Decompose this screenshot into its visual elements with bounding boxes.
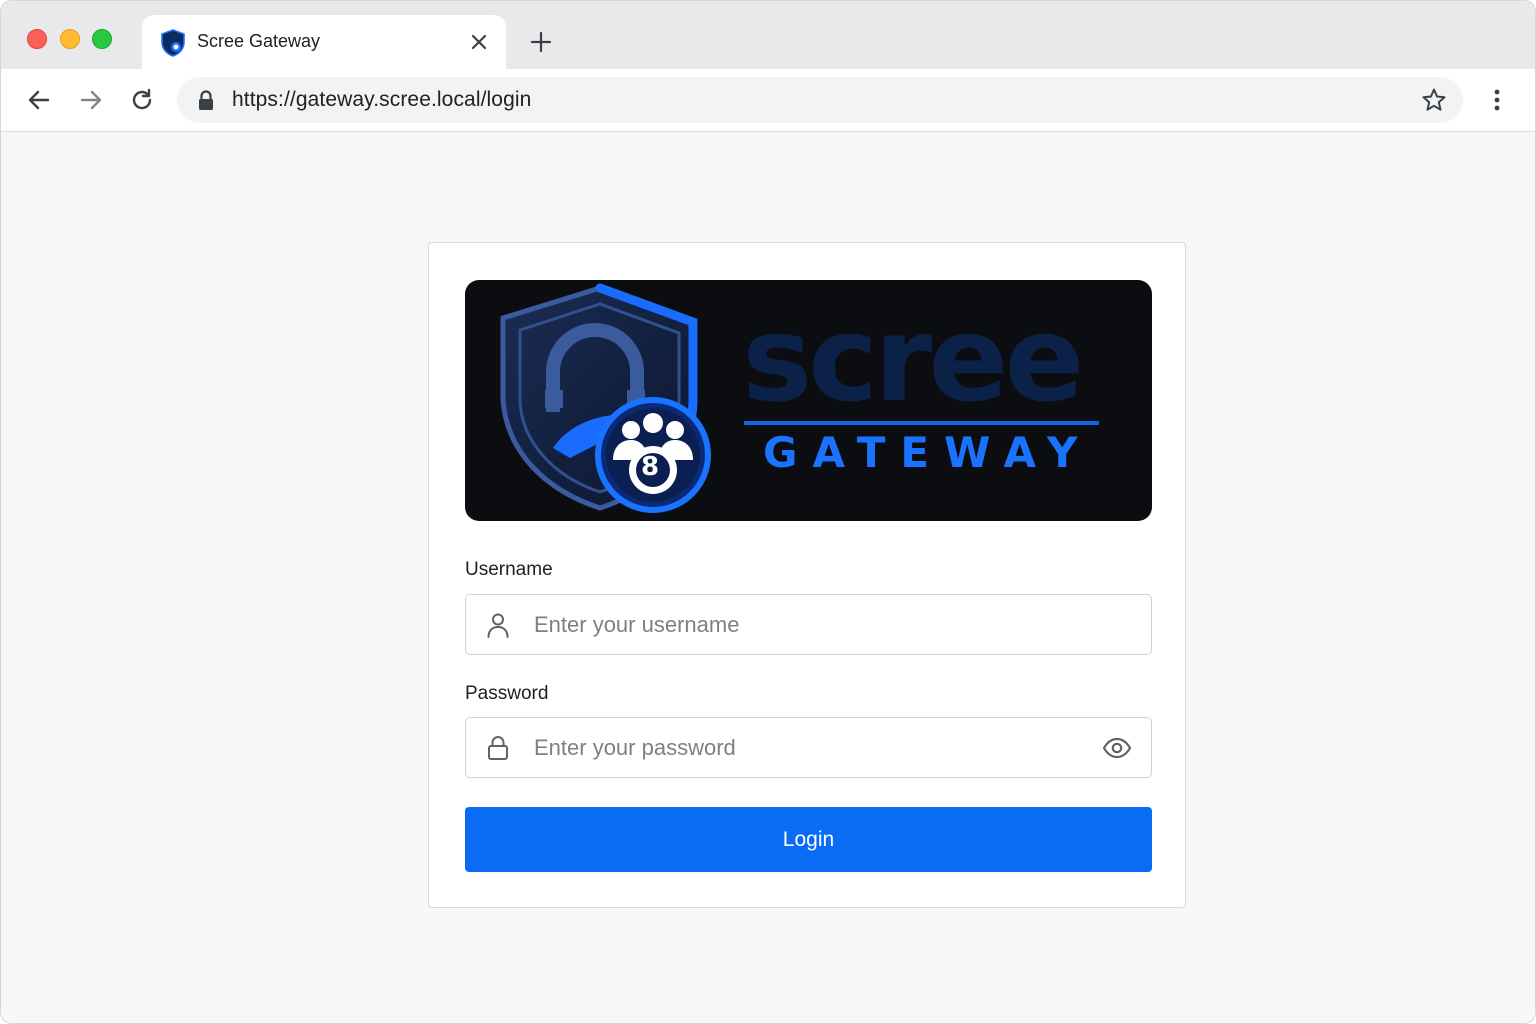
page-content: 8 scree GATEWAY Username Password [1, 132, 1535, 1023]
badge-number: 8 [641, 452, 660, 482]
login-card: 8 scree GATEWAY Username Password [428, 242, 1186, 908]
scree-gateway-logo: 8 scree GATEWAY [465, 280, 1152, 521]
shield-icon [161, 29, 185, 57]
logo-divider [744, 421, 1099, 425]
close-icon[interactable] [468, 31, 490, 53]
back-arrow-icon[interactable] [26, 87, 52, 113]
new-tab-plus-icon[interactable] [529, 30, 553, 54]
logo-subtitle: GATEWAY [763, 428, 1093, 477]
star-icon[interactable] [1421, 87, 1447, 113]
password-input[interactable] [534, 718, 1094, 777]
url-text[interactable]: https://gateway.scree.local/login [232, 88, 531, 112]
kebab-menu-icon[interactable] [1485, 87, 1509, 113]
window-minimize-button[interactable] [60, 29, 80, 49]
browser-window: Scree Gateway https://gateway.scree.loca… [0, 0, 1536, 1024]
browser-toolbar: https://gateway.scree.local/login [1, 69, 1535, 132]
login-button[interactable]: Login [465, 807, 1152, 872]
reload-icon[interactable] [129, 87, 155, 113]
tab-title: Scree Gateway [197, 31, 321, 51]
logo-wordmark: scree [742, 290, 1084, 428]
window-close-button[interactable] [27, 29, 47, 49]
lock-icon [488, 736, 508, 760]
forward-arrow-icon[interactable] [78, 87, 104, 113]
username-field-box[interactable] [465, 594, 1152, 655]
username-label: Username [465, 559, 553, 580]
tab-strip: Scree Gateway [1, 1, 1535, 69]
username-input[interactable] [534, 595, 1094, 654]
address-bar[interactable]: https://gateway.scree.local/login [177, 77, 1463, 123]
browser-tab-active[interactable]: Scree Gateway [142, 15, 506, 69]
password-label: Password [465, 683, 549, 704]
eye-icon[interactable] [1102, 735, 1132, 761]
user-icon [487, 613, 509, 638]
window-maximize-button[interactable] [92, 29, 112, 49]
password-field-box[interactable] [465, 717, 1152, 778]
lock-icon[interactable] [197, 89, 215, 111]
